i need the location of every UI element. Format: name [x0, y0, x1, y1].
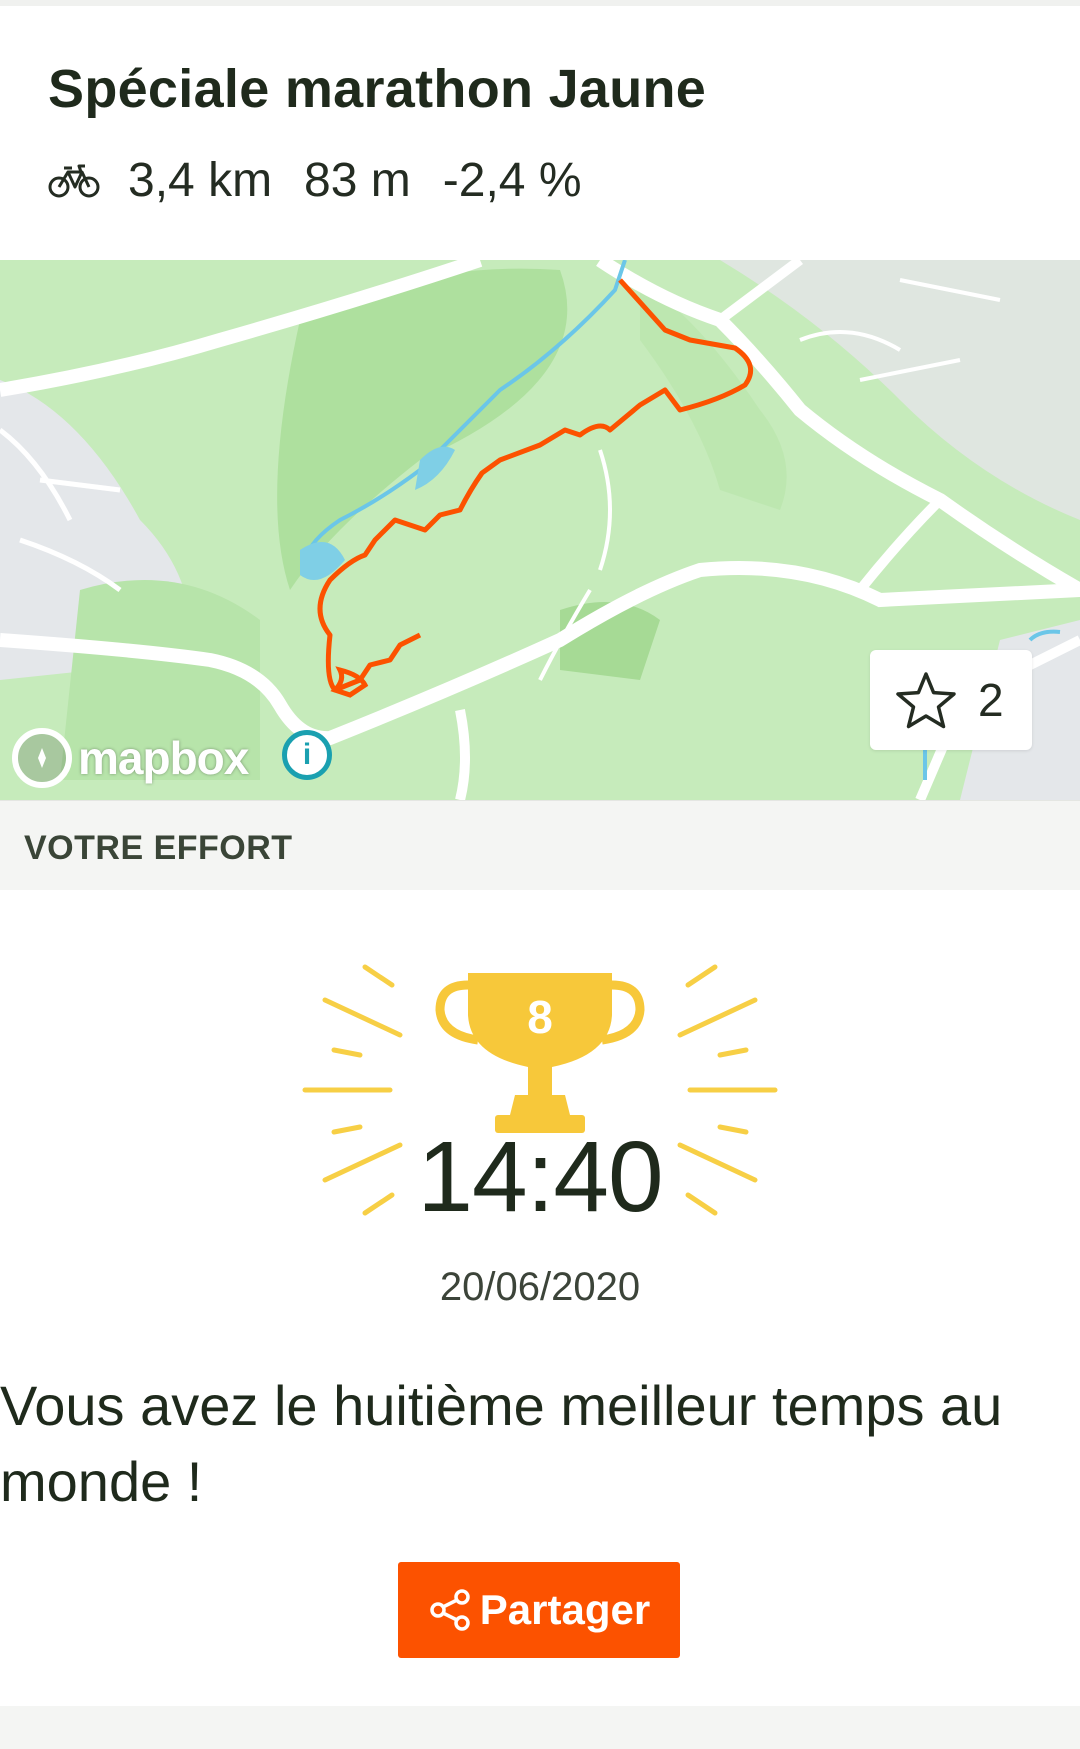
share-icon	[430, 1589, 470, 1631]
mapbox-wordmark: mapbox	[78, 732, 249, 784]
star-button[interactable]: 2	[870, 650, 1032, 750]
star-count: 2	[978, 674, 1004, 726]
elevation-value: 83 m	[304, 153, 411, 207]
grade-value: -2,4 %	[442, 153, 582, 207]
effort-section-label: VOTRE EFFORT	[24, 829, 293, 867]
top-divider	[0, 0, 1080, 6]
trophy-rank: 8	[527, 991, 553, 1043]
info-icon[interactable]: i	[282, 730, 332, 780]
mapbox-logo-icon	[12, 728, 72, 788]
segment-map[interactable]: mapbox i 2	[0, 260, 1080, 800]
share-button[interactable]: Partager	[398, 1562, 680, 1658]
star-icon	[896, 672, 956, 729]
bottom-divider	[0, 1706, 1080, 1749]
share-label: Partager	[479, 1586, 651, 1633]
effort-time: 14:40	[417, 1121, 663, 1233]
effort-date: 20/06/2020	[439, 1265, 641, 1309]
effort-section-header: VOTRE EFFORT	[0, 800, 1080, 890]
segment-title: Spéciale marathon Jaune	[48, 59, 707, 119]
mapbox-attribution[interactable]: mapbox	[12, 728, 249, 788]
effort-message: Vous avez le huitième meilleur temps au …	[0, 1374, 1003, 1513]
bike-icon	[48, 164, 100, 198]
segment-stats: 3,4 km 83 m -2,4 %	[48, 150, 614, 210]
distance-value: 3,4 km	[128, 153, 273, 207]
segment-header: Spéciale marathon Jaune	[48, 58, 1048, 120]
